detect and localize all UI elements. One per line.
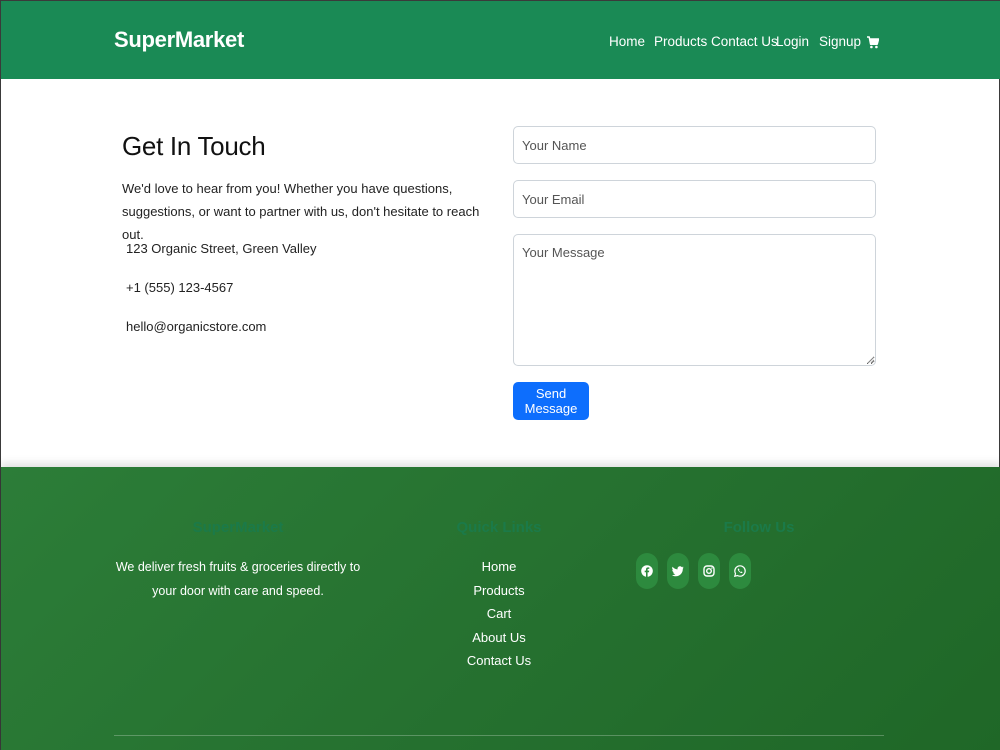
nav-link-login[interactable]: Login — [776, 34, 809, 49]
footer-link-cart[interactable]: Cart — [439, 602, 559, 626]
footer-link-contact-us[interactable]: Contact Us — [439, 649, 559, 673]
navbar: SuperMarket Home Products Contact Us Log… — [1, 1, 1000, 79]
contact-address: 123 Organic Street, Green Valley — [126, 241, 317, 256]
follow-us-heading: Follow Us — [723, 519, 795, 536]
quick-links-heading: Quick Links — [456, 519, 542, 536]
message-textarea[interactable] — [513, 234, 876, 366]
contact-email: hello@organicstore.com — [126, 319, 267, 334]
nav-link-products[interactable]: Products — [654, 34, 707, 49]
send-message-button[interactable]: Send Message — [513, 382, 589, 420]
cart-icon[interactable] — [867, 36, 879, 49]
footer-about-text: We deliver fresh fruits & groceries dire… — [115, 560, 361, 598]
twitter-icon[interactable] — [667, 553, 689, 589]
footer-link-about-us[interactable]: About Us — [439, 626, 559, 650]
resize-handle-icon[interactable] — [867, 356, 875, 364]
instagram-icon[interactable] — [698, 553, 720, 589]
nav-link-contact-us[interactable]: Contact Us — [711, 34, 778, 49]
contact-phone: +1 (555) 123-4567 — [126, 280, 234, 295]
nav-links: Home Products Contact Us Login Signup — [1, 34, 1000, 54]
whatsapp-icon[interactable] — [729, 553, 751, 589]
quick-links: Home Products Cart About Us Contact Us — [439, 555, 559, 673]
name-input[interactable] — [513, 126, 876, 164]
footer-link-products[interactable]: Products — [439, 579, 559, 603]
contact-title: Get In Touch — [122, 131, 266, 161]
contact-description: We'd love to hear from you! Whether you … — [122, 181, 480, 242]
footer-divider — [114, 735, 884, 736]
nav-link-home[interactable]: Home — [609, 34, 645, 49]
facebook-icon[interactable] — [636, 553, 658, 589]
footer-brand-heading: SuperMarket — [192, 519, 284, 536]
footer-link-home[interactable]: Home — [439, 555, 559, 579]
nav-link-signup[interactable]: Signup — [819, 34, 861, 49]
footer: SuperMarket We deliver fresh fruits & gr… — [1, 467, 1000, 750]
email-input[interactable] — [513, 180, 876, 218]
